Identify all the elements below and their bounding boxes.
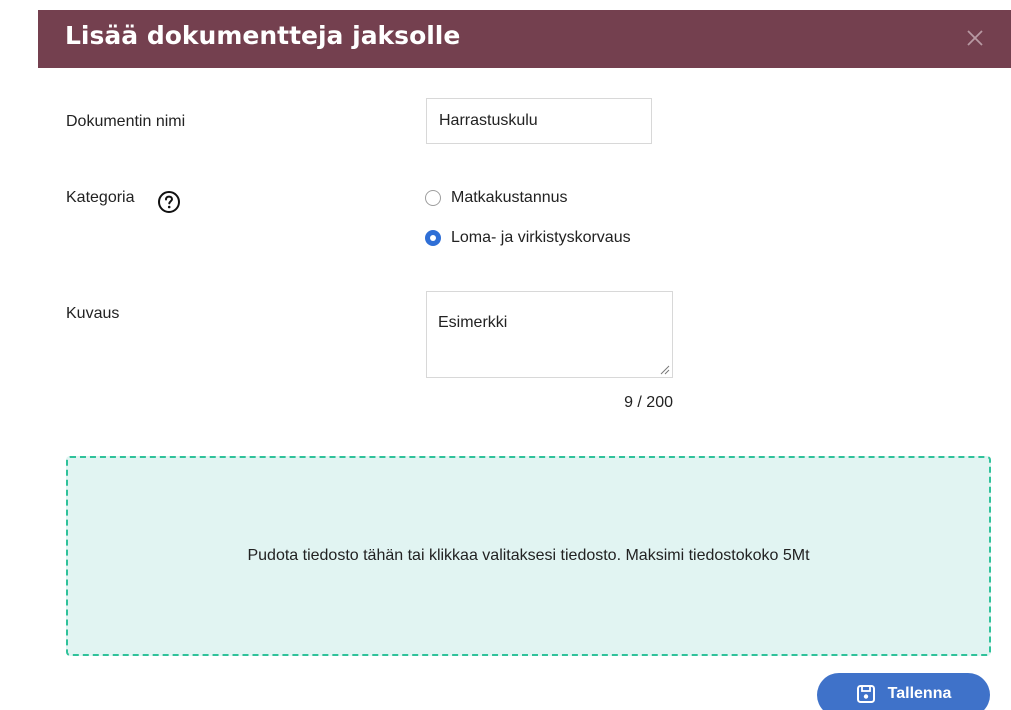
file-dropzone[interactable]: Pudota tiedosto tähän tai klikkaa valita…: [66, 456, 991, 656]
category-option-label: Matkakustannus: [451, 189, 568, 206]
radio-checked[interactable]: [425, 230, 441, 246]
dialog-header: Lisää dokumentteja jaksolle: [38, 10, 1011, 68]
dialog-title: Lisää dokumentteja jaksolle: [65, 21, 461, 50]
category-option-label: Loma- ja virkistyskorvaus: [451, 229, 631, 246]
dropzone-instructions: Pudota tiedosto tähän tai klikkaa valita…: [247, 547, 810, 564]
document-name-label: Dokumentin nimi: [66, 113, 186, 130]
radio-unchecked[interactable]: [425, 190, 441, 206]
description-textarea[interactable]: [426, 291, 673, 378]
floppy-disk-icon: [856, 685, 875, 703]
close-icon: [967, 30, 983, 46]
close-button[interactable]: [963, 26, 987, 50]
resize-handle-icon[interactable]: [660, 365, 670, 375]
save-button-label: Tallenna: [887, 685, 952, 702]
category-option-matkakustannus[interactable]: Matkakustannus: [425, 187, 568, 209]
question-circle-icon: [158, 191, 180, 213]
category-label: Kategoria: [66, 189, 135, 206]
category-option-loma-virkistyskorvaus[interactable]: Loma- ja virkistyskorvaus: [425, 227, 631, 249]
category-help-button[interactable]: [157, 190, 181, 214]
character-counter: 9 / 200: [624, 394, 673, 411]
save-button[interactable]: Tallenna: [817, 673, 990, 710]
description-label: Kuvaus: [66, 305, 120, 322]
add-documents-dialog: Lisää dokumentteja jaksolle Dokumentin n…: [0, 0, 1011, 710]
document-name-input[interactable]: [426, 98, 652, 144]
